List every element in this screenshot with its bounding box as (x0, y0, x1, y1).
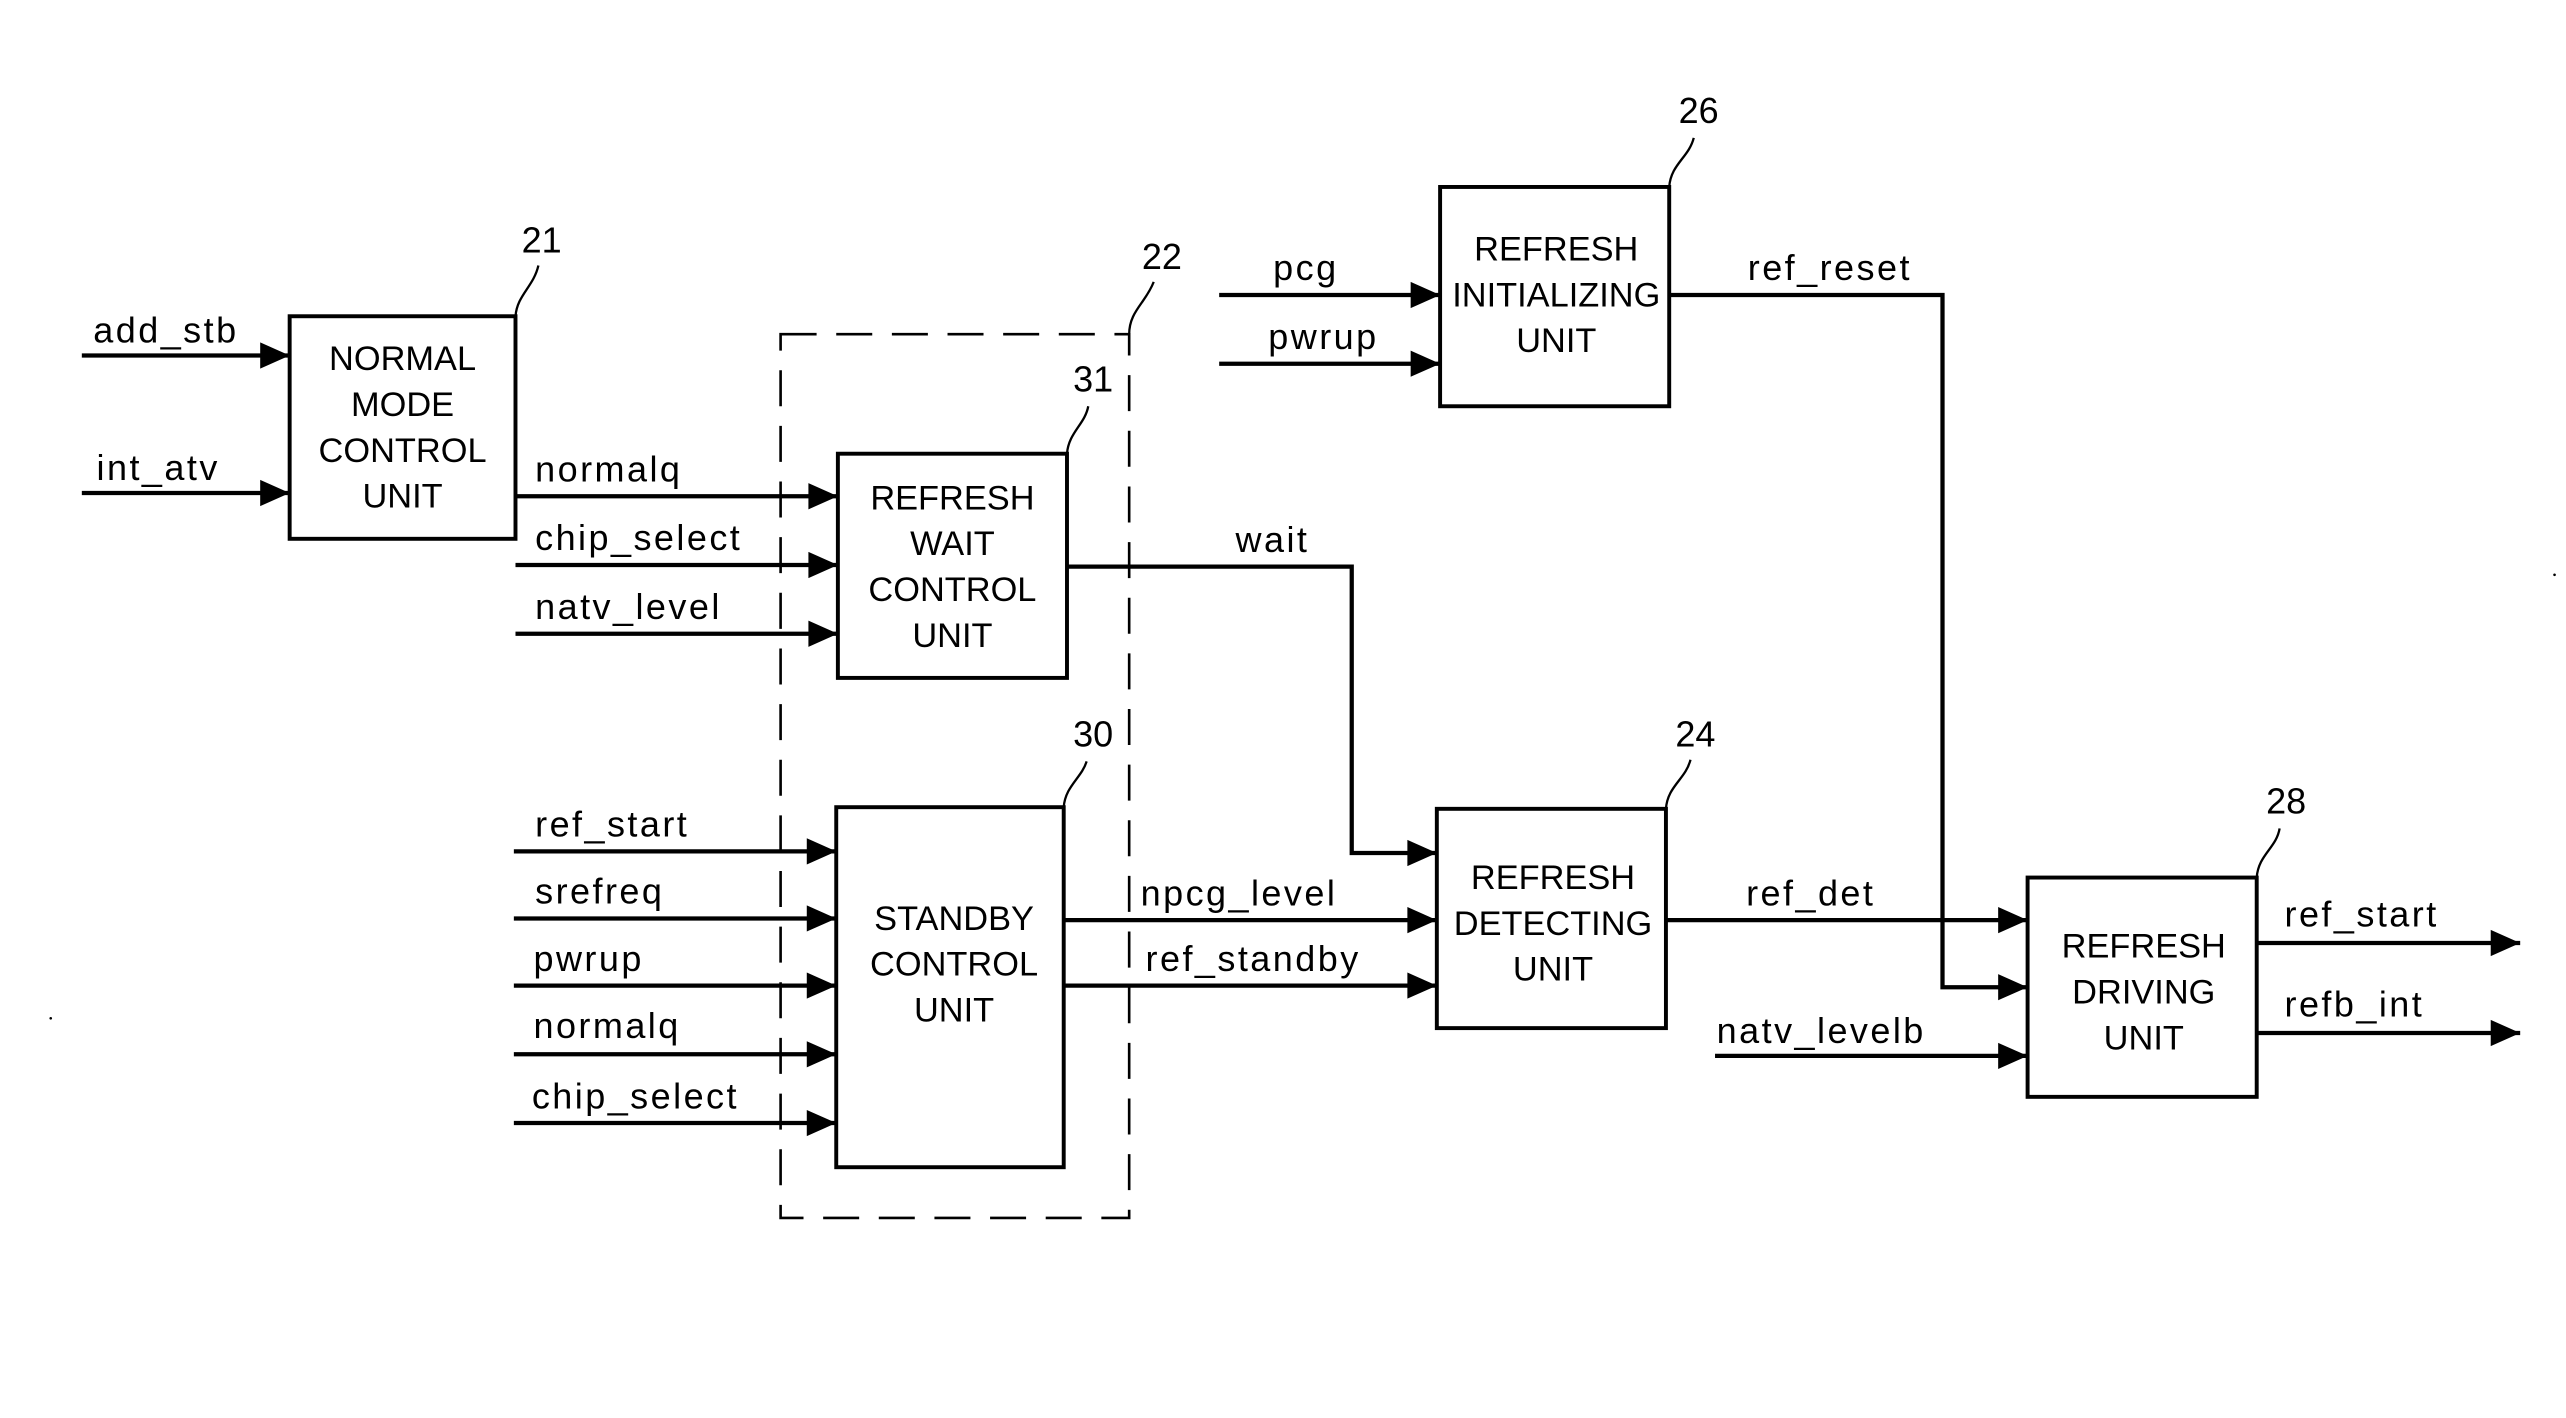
signal-pcg: pcg (1273, 247, 1338, 288)
signal-natv-level: natv_level (535, 586, 722, 627)
signal-npcg-level: npcg_level (1141, 872, 1338, 913)
signal-pwrup-standby: pwrup (533, 938, 643, 979)
signal-pwrup-init: pwrup (1268, 316, 1378, 357)
ref-21: 21 (522, 219, 562, 260)
ref-30: 30 (1073, 714, 1113, 755)
arrowhead-icon (1998, 907, 2028, 934)
arrowhead-icon (1998, 974, 2028, 1001)
ref-24: 24 (1675, 714, 1715, 755)
signal-srefreq: srefreq (535, 871, 664, 912)
signal-ref-det: ref_det (1746, 872, 1875, 913)
svg-text:CONTROL: CONTROL (870, 946, 1038, 984)
ref-26: 26 (1679, 90, 1719, 131)
signal-normalq: normalq (535, 449, 682, 490)
arrowhead-icon (1998, 1042, 2028, 1070)
signal-chip-select: chip_select (535, 517, 742, 558)
signal-natv-levelb: natv_levelb (1717, 1010, 1926, 1051)
svg-text:UNIT: UNIT (362, 478, 442, 516)
signal-refb-int: refb_int (2285, 984, 2425, 1025)
arrowhead-icon (2490, 929, 2521, 957)
signal-wait: wait (1235, 519, 1310, 560)
svg-text:WAIT: WAIT (910, 525, 995, 563)
svg-text:MODE: MODE (351, 386, 454, 424)
arrowhead-icon (808, 620, 838, 647)
svg-text:REFRESH: REFRESH (2062, 928, 2226, 966)
svg-text:REFRESH: REFRESH (870, 479, 1034, 517)
group-22-ref: 22 (1142, 236, 1182, 277)
svg-text:UNIT: UNIT (2104, 1019, 2184, 1057)
arrowhead-icon (260, 342, 290, 369)
signal-ref-reset: ref_reset (1748, 247, 1912, 288)
svg-text:CONTROL: CONTROL (868, 571, 1036, 609)
arrowhead-icon (260, 479, 290, 507)
signal-add-stb: add_stb (93, 309, 238, 350)
stray-dot (49, 1016, 53, 1020)
arrowhead-icon (1410, 350, 1441, 377)
arrowhead-icon (806, 838, 837, 865)
signal-int-atv: int_atv (97, 447, 220, 488)
signal-ref-standby: ref_standby (1146, 938, 1361, 979)
arrowhead-icon (806, 905, 837, 932)
arrowhead-icon (2490, 1019, 2521, 1047)
svg-text:UNIT: UNIT (1516, 322, 1596, 360)
signal-ref-start-in: ref_start (535, 804, 689, 845)
refresh-wait-control-unit: REFRESH WAIT CONTROL UNIT 31 (835, 359, 1113, 680)
refresh-initializing-unit: REFRESH INITIALIZING UNIT 26 (1438, 90, 1719, 409)
arrowhead-icon (1410, 281, 1441, 309)
refresh-detecting-unit: REFRESH DETECTING UNIT 24 (1434, 714, 1715, 1031)
arrowhead-icon (1407, 907, 1437, 934)
arrowhead-icon (808, 483, 838, 510)
arrowhead-icon (806, 1109, 837, 1137)
svg-text:REFRESH: REFRESH (1471, 859, 1635, 897)
svg-text:STANDBY: STANDBY (874, 900, 1034, 938)
group-22-leader (1128, 281, 1155, 335)
svg-text:CONTROL: CONTROL (319, 432, 487, 470)
arrowhead-icon (808, 551, 838, 579)
arrowhead-icon (1407, 972, 1437, 999)
svg-text:UNIT: UNIT (912, 617, 992, 655)
svg-text:DRIVING: DRIVING (2072, 974, 2215, 1012)
refresh-driving-unit: REFRESH DRIVING UNIT 28 (2025, 781, 2306, 1099)
svg-text:UNIT: UNIT (914, 992, 994, 1030)
wire-wait (1066, 564, 1437, 856)
svg-text:INITIALIZING: INITIALIZING (1452, 276, 1660, 314)
svg-text:DETECTING: DETECTING (1454, 905, 1653, 943)
svg-text:REFRESH: REFRESH (1474, 231, 1638, 269)
normal-mode-control-unit: NORMAL MODE CONTROL UNIT 21 (287, 219, 562, 541)
svg-text:UNIT: UNIT (1513, 951, 1593, 989)
ref-28: 28 (2266, 781, 2306, 822)
standby-control-unit: STANDBY CONTROL UNIT 30 (834, 714, 1113, 1170)
arrowhead-icon (806, 972, 837, 999)
stray-dot (2553, 573, 2556, 577)
block-diagram: 22 NORMAL MODE CONTROL UNIT 21 REFRESH W… (49, 90, 2556, 1220)
ref-31: 31 (1073, 359, 1113, 400)
arrowhead-icon (1407, 839, 1437, 867)
svg-text:NORMAL: NORMAL (329, 340, 476, 378)
signal-normalq-standby: normalq (533, 1005, 680, 1046)
signal-ref-start-out: ref_start (2285, 894, 2439, 935)
signal-chip-select-standby: chip_select (532, 1075, 739, 1116)
arrowhead-icon (806, 1041, 837, 1068)
